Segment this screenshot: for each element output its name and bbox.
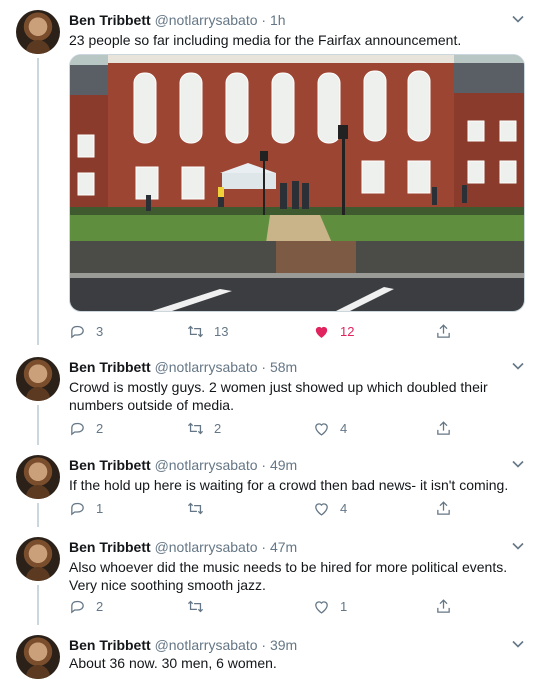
reply-button[interactable]: 2	[69, 419, 103, 437]
like-button[interactable]: 1	[313, 597, 347, 615]
reply-icon	[71, 600, 84, 613]
like-count: 4	[340, 420, 348, 436]
retweet-button[interactable]: 13	[187, 322, 228, 340]
author-handle[interactable]: @notlarrysabato	[155, 637, 258, 653]
building-photo	[70, 55, 524, 311]
tweet-header: Ben Tribbett @notlarrysabato · 1h	[69, 12, 286, 28]
reply-count: 1	[96, 500, 104, 516]
reply-icon	[71, 422, 84, 435]
author-handle[interactable]: @notlarrysabato	[155, 12, 258, 28]
separator: ·	[257, 457, 270, 473]
like-count: 4	[340, 500, 348, 516]
chevron-down-icon[interactable]	[511, 12, 525, 26]
separator: ·	[257, 637, 270, 653]
separator: ·	[257, 539, 270, 555]
tweet-actions: 1 4	[69, 499, 509, 517]
timestamp[interactable]: 47m	[270, 539, 297, 555]
share-icon	[437, 598, 450, 613]
timestamp[interactable]: 58m	[270, 359, 297, 375]
timestamp[interactable]: 1h	[270, 12, 286, 28]
retweet-icon	[187, 600, 204, 612]
author-name[interactable]: Ben Tribbett	[69, 359, 151, 375]
author-name[interactable]: Ben Tribbett	[69, 637, 151, 653]
reply-button[interactable]: 1	[69, 499, 103, 517]
chevron-down-icon[interactable]	[511, 359, 525, 373]
tweet[interactable]: Ben Tribbett @notlarrysabato · 39m About…	[0, 625, 541, 679]
timestamp[interactable]: 39m	[270, 637, 297, 653]
heart-icon	[315, 422, 328, 436]
tweet-photo[interactable]	[69, 54, 525, 312]
tweet-text: Crowd is mostly guys. 2 women just showe…	[69, 379, 488, 413]
timestamp[interactable]: 49m	[270, 457, 297, 473]
tweet-header: Ben Tribbett @notlarrysabato · 47m	[69, 539, 297, 555]
chevron-down-icon[interactable]	[511, 637, 525, 651]
avatar[interactable]	[16, 10, 60, 54]
share-icon	[437, 500, 450, 515]
tweet[interactable]: Ben Tribbett @notlarrysabato · 58m Crowd…	[0, 347, 541, 445]
thread-line	[37, 503, 39, 527]
tweet-header: Ben Tribbett @notlarrysabato · 49m	[69, 457, 297, 473]
like-count: 12	[340, 323, 355, 339]
avatar[interactable]	[16, 635, 60, 679]
tweet-header: Ben Tribbett @notlarrysabato · 58m	[69, 359, 297, 375]
share-icon	[437, 420, 450, 435]
avatar[interactable]	[16, 357, 60, 401]
thread-line	[37, 58, 39, 345]
retweet-button[interactable]	[187, 597, 214, 615]
like-button[interactable]: 4	[313, 419, 347, 437]
reply-icon	[71, 502, 84, 515]
heart-filled-icon	[315, 326, 328, 338]
separator: ·	[257, 12, 270, 28]
reply-button[interactable]: 2	[69, 597, 103, 615]
tweet-actions: 3 13 12	[69, 322, 509, 340]
retweet-icon	[187, 422, 204, 434]
retweet-count: 13	[214, 323, 229, 339]
heart-icon	[315, 502, 328, 516]
author-handle[interactable]: @notlarrysabato	[155, 359, 258, 375]
tweet[interactable]: Ben Tribbett @notlarrysabato · 49m If th…	[0, 445, 541, 527]
chevron-down-icon[interactable]	[511, 539, 525, 553]
tweet-text: Also whoever did the music needs to be h…	[69, 559, 508, 593]
tweet-actions: 2 1	[69, 597, 509, 615]
author-name[interactable]: Ben Tribbett	[69, 539, 151, 555]
share-button[interactable]	[435, 322, 452, 340]
tweet-text: About 36 now. 30 men, 6 women.	[69, 655, 277, 671]
tweet-text: 23 people so far including media for the…	[69, 32, 462, 48]
thread-line	[37, 405, 39, 445]
like-button[interactable]: 12	[313, 322, 354, 340]
share-button[interactable]	[435, 597, 452, 615]
reply-count: 2	[96, 598, 104, 614]
separator: ·	[257, 359, 270, 375]
share-icon	[437, 323, 450, 338]
author-handle[interactable]: @notlarrysabato	[155, 539, 258, 555]
share-button[interactable]	[435, 419, 452, 437]
author-name[interactable]: Ben Tribbett	[69, 12, 151, 28]
retweet-icon	[187, 325, 204, 337]
tweet-header: Ben Tribbett @notlarrysabato · 39m	[69, 637, 297, 653]
reply-count: 3	[96, 323, 104, 339]
retweet-button[interactable]: 2	[187, 419, 221, 437]
tweet-actions: 2 2 4	[69, 419, 509, 437]
thread-line	[37, 585, 39, 625]
reply-count: 2	[96, 420, 104, 436]
avatar[interactable]	[16, 537, 60, 581]
tweet[interactable]: Ben Tribbett @notlarrysabato · 1h 23 peo…	[0, 0, 541, 345]
chevron-down-icon[interactable]	[511, 457, 525, 471]
reply-icon	[71, 325, 84, 338]
like-count: 1	[340, 598, 348, 614]
tweet[interactable]: Ben Tribbett @notlarrysabato · 47m Also …	[0, 527, 541, 625]
retweet-count: 2	[214, 420, 222, 436]
tweet-text: If the hold up here is waiting for a cro…	[69, 477, 509, 493]
share-button[interactable]	[435, 499, 452, 517]
like-button[interactable]: 4	[313, 499, 347, 517]
reply-button[interactable]: 3	[69, 322, 103, 340]
author-handle[interactable]: @notlarrysabato	[155, 457, 258, 473]
author-name[interactable]: Ben Tribbett	[69, 457, 151, 473]
heart-icon	[315, 600, 328, 614]
avatar[interactable]	[16, 455, 60, 499]
retweet-button[interactable]	[187, 499, 214, 517]
retweet-icon	[187, 502, 204, 514]
